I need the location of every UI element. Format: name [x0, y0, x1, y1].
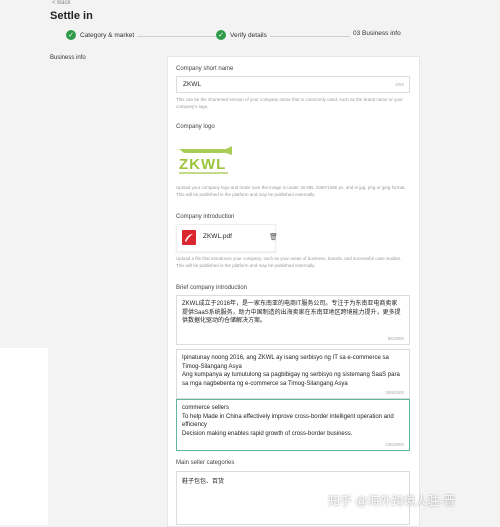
check-icon: ✓	[66, 30, 76, 40]
logo-wordmark: ZKWL	[179, 156, 226, 173]
trash-icon[interactable]: 🗑	[269, 233, 278, 241]
brief-intro-chinese-text: ZKWL成立于2016年，是一家东南亚的电商IT服务公司。专注于为东南亚电商卖家…	[182, 301, 401, 325]
company-introduction-help: Upload a file that introduces your compa…	[176, 256, 402, 268]
zkwl-logo-icon: ZKWL	[179, 146, 232, 174]
step-label: 03 Business info	[353, 30, 401, 37]
main-seller-categories-label: Main seller categories	[176, 460, 235, 466]
page-edge-block	[0, 348, 48, 525]
uploaded-file-card[interactable]: ZKWL.pdf 🗑	[176, 224, 278, 252]
char-counter: 235/2000	[385, 442, 404, 447]
company-short-name-value: ZKWL	[183, 81, 202, 88]
company-introduction-label: Company introduction	[176, 214, 235, 220]
step-label: Category & market	[80, 31, 135, 39]
company-logo-help: Upload your company logo and make sure t…	[176, 185, 406, 197]
pdf-icon	[182, 230, 196, 245]
company-short-name-input[interactable]: ZKWL 4/50	[176, 76, 410, 93]
main-seller-categories-value: 鞋子包包、百货	[182, 479, 225, 485]
brief-intro-english-text: commerce sellers To help Made in China e…	[182, 405, 394, 437]
stepper: ✓ Category & market ✓ Verify details 03 …	[66, 30, 406, 44]
business-info-form: Company short name ZKWL 4/50 This can be…	[167, 56, 420, 527]
company-short-name-label: Company short name	[176, 66, 234, 72]
company-short-name-help: This can be the shortened version of you…	[176, 97, 403, 109]
brief-intro-chinese-textarea[interactable]: ZKWL成立于2016年，是一家东南亚的电商IT服务公司。专注于为东南亚电商卖家…	[176, 295, 410, 345]
company-logo-image[interactable]: ZKWL	[176, 141, 236, 181]
brief-intro-english-textarea[interactable]: commerce sellers To help Made in China e…	[176, 399, 410, 451]
page-title: Settle in	[50, 10, 93, 22]
back-link[interactable]: < Back	[52, 0, 71, 6]
char-counter: 269/2000	[385, 390, 404, 395]
brief-intro-filipino-text: Ipinatunay noong 2016, ang ZKWL ay isang…	[182, 355, 400, 387]
step-category-market[interactable]: ✓ Category & market	[66, 30, 138, 40]
watermark: 知乎 @海外跨境人驻-晋	[328, 494, 456, 508]
step-verify-details[interactable]: ✓ Verify details	[216, 30, 270, 40]
section-label: Business info	[50, 55, 86, 61]
char-counter: 4/50	[395, 82, 404, 87]
step-business-info[interactable]: 03 Business info	[350, 30, 404, 37]
char-counter: 85/2000	[387, 336, 404, 341]
brief-intro-filipino-textarea[interactable]: Ipinatunay noong 2016, ang ZKWL ay isang…	[176, 349, 410, 399]
company-logo-label: Company logo	[176, 124, 215, 130]
check-icon: ✓	[216, 30, 226, 40]
step-label: Verify details	[230, 31, 267, 39]
file-name: ZKWL.pdf	[203, 233, 232, 240]
brief-intro-label: Brief company introduction	[176, 285, 248, 291]
